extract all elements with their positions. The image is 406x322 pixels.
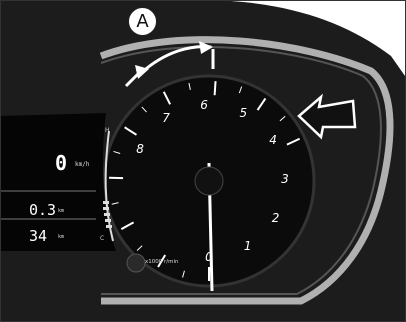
callout-a: A	[128, 7, 157, 36]
tach-scale-label: 2	[271, 210, 280, 225]
tach-scale-label: 7	[162, 111, 170, 126]
rpm-unit-label: x1000 r/min	[145, 259, 179, 265]
tach-scale-label: 5	[239, 106, 248, 121]
odometer-readout: 0.3	[29, 201, 57, 219]
info-display-panel	[1, 113, 116, 251]
tach-scale-label: 3	[281, 171, 289, 186]
indicator-lamp	[126, 253, 146, 273]
tach-scale-label: 0	[205, 250, 213, 264]
instrument-cluster-illustration: A 012345678 x1000 r/min 0 km/h 0.3 km 34…	[0, 0, 406, 322]
tach-scale-label: 1	[243, 239, 252, 254]
needle-hub	[194, 166, 224, 196]
tach-scale-label: 4	[269, 133, 277, 148]
tach-scale-label: 6	[200, 98, 208, 113]
trip-unit: km	[58, 234, 65, 240]
trip-readout: 34	[29, 227, 48, 245]
speed-unit: km/h	[75, 161, 90, 168]
tach-tick	[213, 81, 217, 96]
temp-hot-label: H	[105, 127, 110, 134]
speed-readout: 0	[55, 151, 68, 175]
temp-cold-label: C	[100, 235, 105, 242]
odometer-unit: km	[58, 208, 65, 214]
tach-scale-label: 8	[136, 141, 144, 156]
